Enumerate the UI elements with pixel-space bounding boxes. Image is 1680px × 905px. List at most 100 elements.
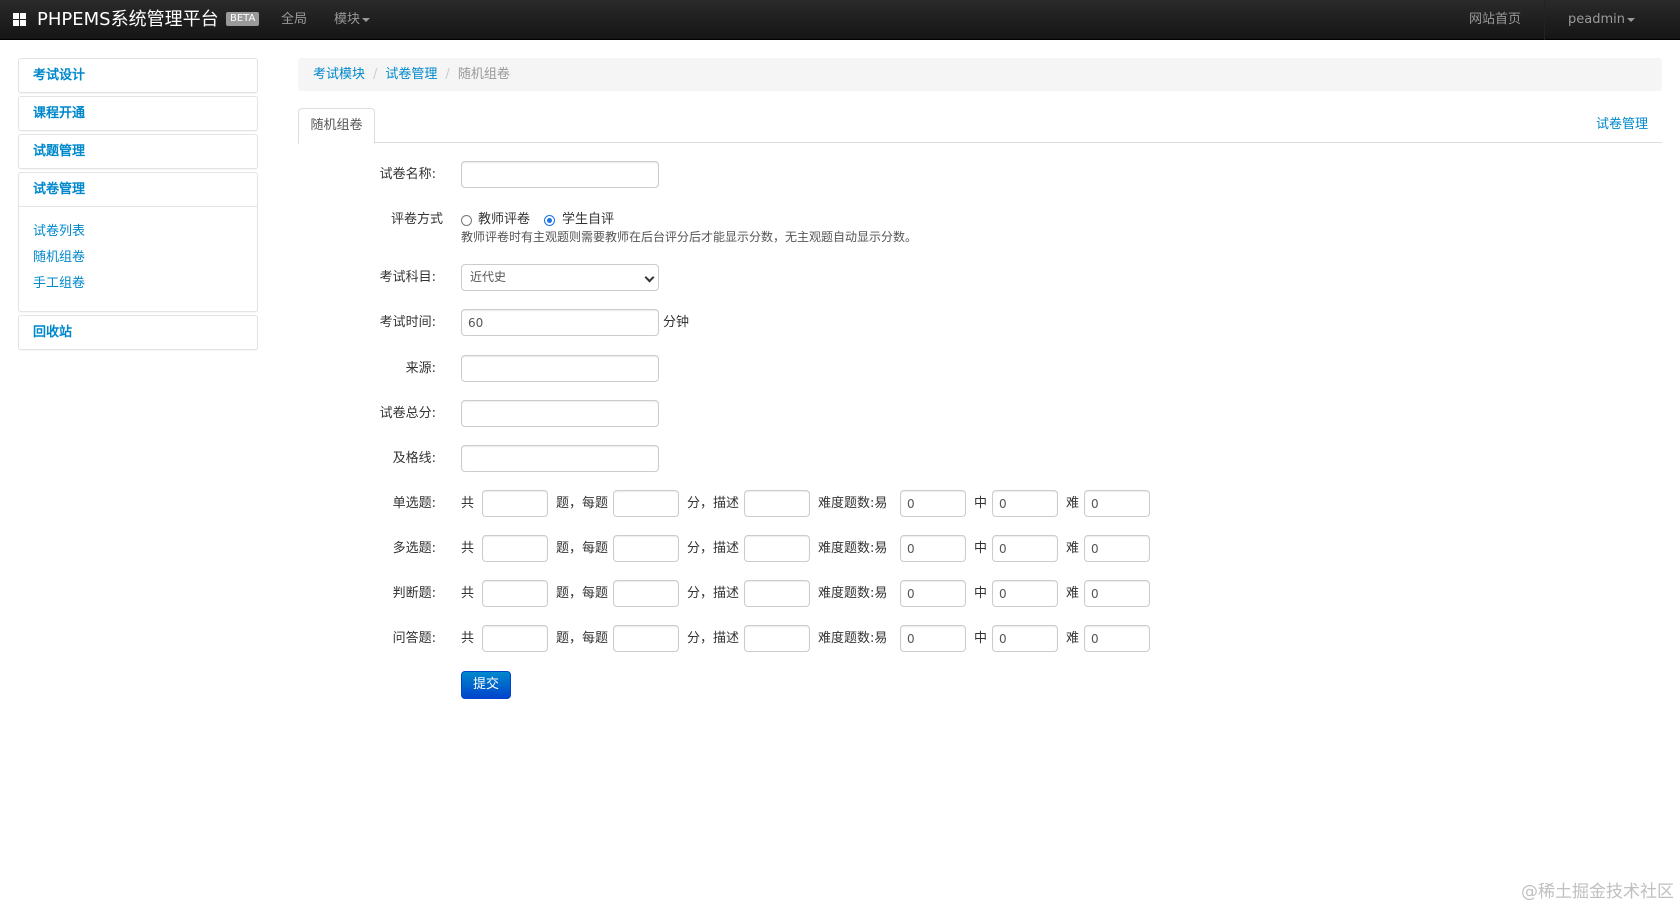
- easy-count-input[interactable]: [900, 535, 966, 562]
- hard-word: 难: [1066, 586, 1080, 601]
- nav-global[interactable]: 全局: [281, 11, 307, 29]
- time-label: 考试时间:: [379, 315, 436, 330]
- watermark: @稀土掘金技术社区: [1521, 882, 1674, 902]
- subject-selected-value: 近代史: [470, 270, 507, 284]
- hard-count-input[interactable]: [1084, 580, 1150, 607]
- sidebar-subitem-paper-list[interactable]: 试卷列表: [33, 219, 257, 245]
- description-input[interactable]: [744, 490, 810, 517]
- pass-line-label: 及格线:: [392, 451, 436, 466]
- total-score-input[interactable]: [461, 400, 659, 427]
- subject-select[interactable]: 近代史: [461, 264, 659, 291]
- pass-line-input[interactable]: [461, 445, 659, 472]
- score-desc-word: 分，描述: [687, 541, 740, 556]
- brand-title[interactable]: PHPEMS系统管理平台: [37, 8, 219, 32]
- total-word: 共: [461, 586, 475, 601]
- grading-radio-student[interactable]: [544, 215, 555, 226]
- hard-count-input[interactable]: [1084, 490, 1150, 517]
- sidebar-subitem-manual-paper[interactable]: 手工组卷: [33, 271, 257, 297]
- beta-badge: BETA: [226, 12, 260, 26]
- description-input[interactable]: [744, 580, 810, 607]
- question-count-input[interactable]: [482, 625, 548, 652]
- easy-count-input[interactable]: [900, 490, 966, 517]
- top-navbar: PHPEMS系统管理平台 BETA 全局 模块 网站首页 peadmin: [0, 0, 1680, 40]
- sidebar-item-recycle-bin[interactable]: 回收站: [19, 316, 257, 349]
- medium-count-input[interactable]: [992, 580, 1058, 607]
- difficulty-easy-word: 难度题数:易: [818, 631, 888, 646]
- hard-word: 难: [1066, 496, 1080, 511]
- count-each-word: 题，每题: [556, 631, 609, 646]
- hard-word: 难: [1066, 631, 1080, 646]
- source-input[interactable]: [461, 355, 659, 382]
- description-input[interactable]: [744, 535, 810, 562]
- sidebar-group-questions: 试题管理: [18, 134, 258, 169]
- sidebar-item-course-open[interactable]: 课程开通: [19, 97, 257, 130]
- easy-count-input[interactable]: [900, 625, 966, 652]
- medium-word: 中: [974, 586, 988, 601]
- total-word: 共: [461, 631, 475, 646]
- score-each-input[interactable]: [613, 580, 679, 607]
- paper-name-label: 试卷名称:: [379, 167, 436, 182]
- hard-count-input[interactable]: [1084, 535, 1150, 562]
- score-desc-word: 分，描述: [687, 631, 740, 646]
- sidebar: 考试设计 课程开通 试题管理 试卷管理 试卷列表 随机组卷 手工组卷 回收站: [18, 58, 258, 353]
- grading-label: 评卷方式: [390, 212, 443, 227]
- breadcrumb-separator: /: [373, 67, 378, 82]
- caret-down-icon: [1626, 17, 1635, 22]
- score-desc-word: 分，描述: [687, 496, 740, 511]
- user-name: peadmin: [1568, 12, 1625, 27]
- time-input[interactable]: [461, 309, 659, 336]
- tab-link-paper-manage[interactable]: 试卷管理: [1596, 108, 1648, 142]
- grid-icon: [13, 13, 26, 26]
- sidebar-submenu: 试卷列表 随机组卷 手工组卷: [19, 206, 257, 311]
- breadcrumb-exam-module[interactable]: 考试模块: [313, 67, 365, 82]
- count-each-word: 题，每题: [556, 586, 609, 601]
- time-unit: 分钟: [663, 315, 690, 330]
- medium-count-input[interactable]: [992, 625, 1058, 652]
- grading-radio-teacher[interactable]: [461, 215, 472, 226]
- nav-site-home[interactable]: 网站首页: [1469, 11, 1521, 29]
- sidebar-item-exam-design[interactable]: 考试设计: [19, 59, 257, 92]
- medium-word: 中: [974, 631, 988, 646]
- paper-name-input[interactable]: [461, 161, 659, 188]
- nav-divider: [1544, 0, 1545, 40]
- description-input[interactable]: [744, 625, 810, 652]
- question-type-label: 判断题:: [392, 586, 436, 601]
- nav-modules-dropdown[interactable]: 模块: [334, 11, 371, 29]
- sidebar-group-papers: 试卷管理 试卷列表 随机组卷 手工组卷: [18, 172, 258, 312]
- easy-count-input[interactable]: [900, 580, 966, 607]
- question-type-label: 单选题:: [392, 496, 436, 511]
- total-word: 共: [461, 496, 475, 511]
- grading-help-text: 教师评卷时有主观题则需要教师在后台评分后才能显示分数，无主观题自动显示分数。: [461, 230, 918, 244]
- tab-random-paper[interactable]: 随机组卷: [298, 108, 375, 144]
- medium-word: 中: [974, 496, 988, 511]
- score-each-input[interactable]: [613, 490, 679, 517]
- user-menu-dropdown[interactable]: peadmin: [1568, 11, 1635, 29]
- medium-count-input[interactable]: [992, 535, 1058, 562]
- submit-button[interactable]: 提交: [461, 671, 511, 699]
- question-type-label: 多选题:: [392, 541, 436, 556]
- breadcrumb-paper-manage[interactable]: 试卷管理: [385, 67, 437, 82]
- hard-count-input[interactable]: [1084, 625, 1150, 652]
- sidebar-group-course: 课程开通: [18, 96, 258, 131]
- score-each-input[interactable]: [613, 625, 679, 652]
- question-count-input[interactable]: [482, 580, 548, 607]
- medium-count-input[interactable]: [992, 490, 1058, 517]
- question-count-input[interactable]: [482, 490, 548, 517]
- score-each-input[interactable]: [613, 535, 679, 562]
- sidebar-item-paper-manage[interactable]: 试卷管理: [19, 173, 257, 206]
- question-count-input[interactable]: [482, 535, 548, 562]
- chevron-down-icon: [644, 272, 655, 283]
- total-score-label: 试卷总分:: [379, 406, 436, 421]
- medium-word: 中: [974, 541, 988, 556]
- difficulty-easy-word: 难度题数:易: [818, 586, 888, 601]
- grading-option-teacher: 教师评卷: [478, 212, 531, 227]
- sidebar-subitem-random-paper[interactable]: 随机组卷: [33, 245, 257, 271]
- difficulty-easy-word: 难度题数:易: [818, 496, 888, 511]
- caret-down-icon: [362, 17, 371, 22]
- sidebar-group-exam-design: 考试设计: [18, 58, 258, 93]
- sidebar-item-question-manage[interactable]: 试题管理: [19, 135, 257, 168]
- hard-word: 难: [1066, 541, 1080, 556]
- difficulty-easy-word: 难度题数:易: [818, 541, 888, 556]
- breadcrumb-current: 随机组卷: [457, 67, 510, 82]
- question-type-label: 问答题:: [392, 631, 436, 646]
